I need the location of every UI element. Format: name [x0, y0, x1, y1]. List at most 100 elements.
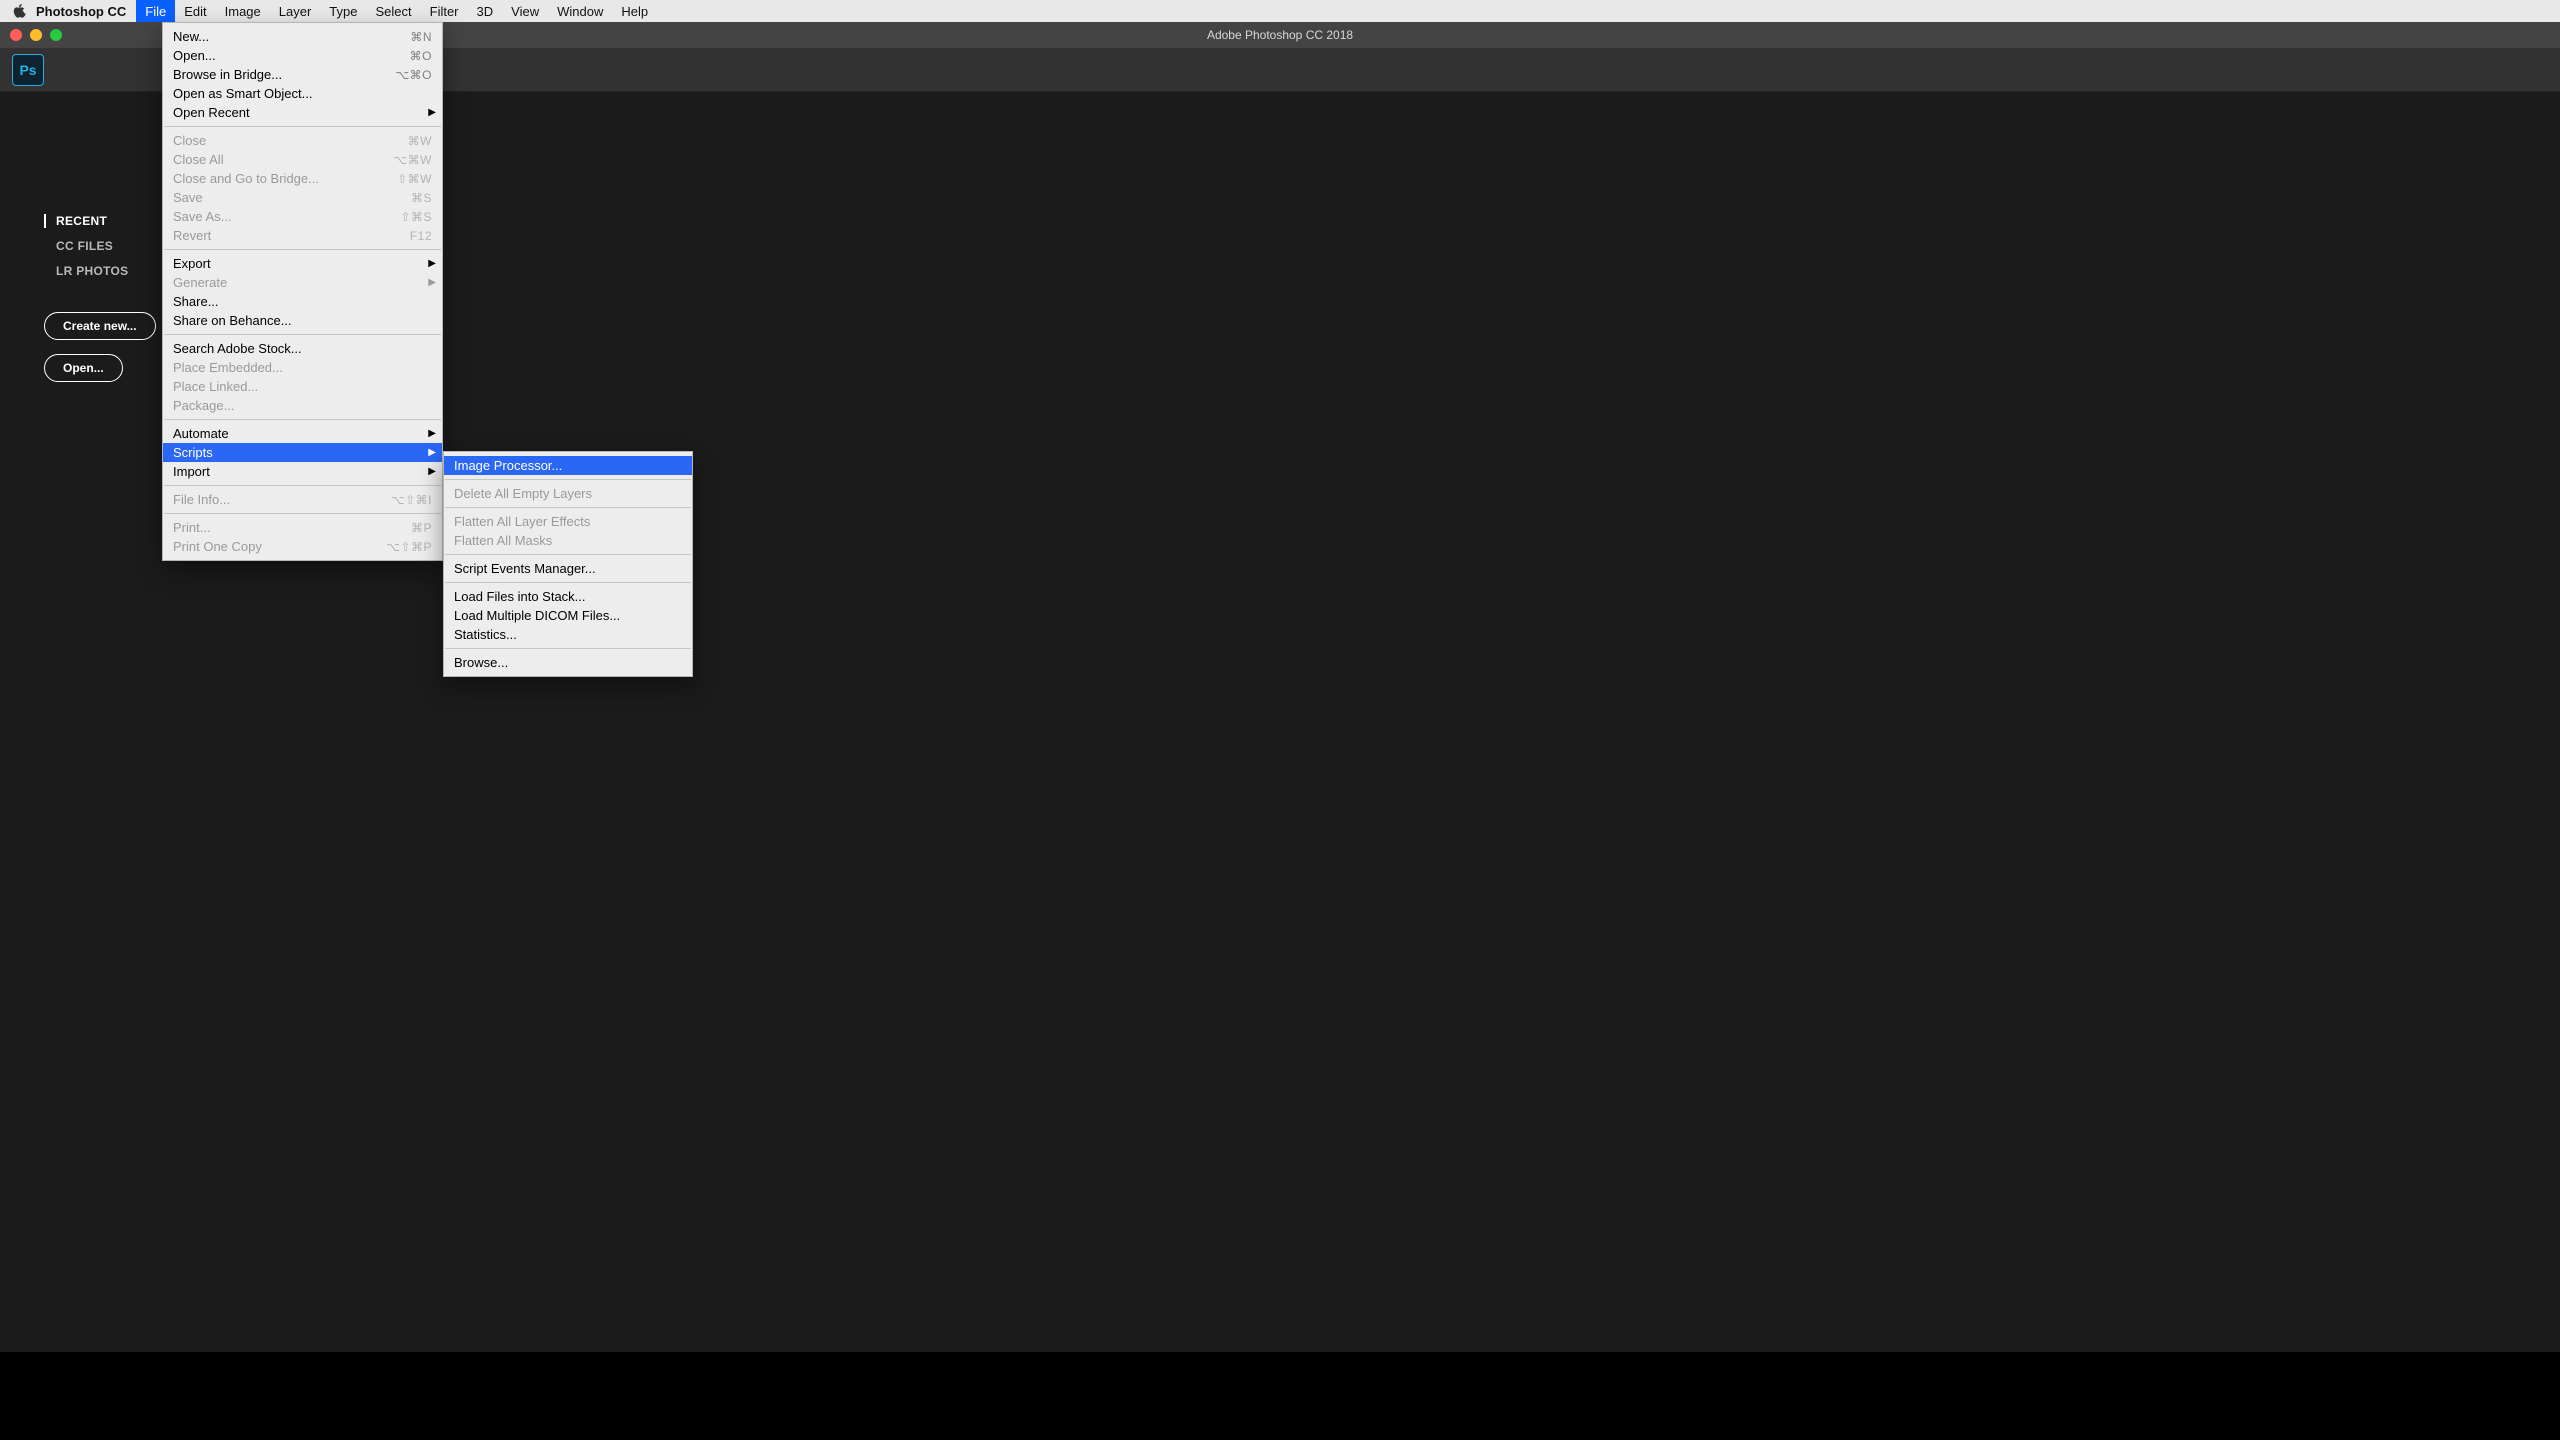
file-menu-item-import[interactable]: Import▶ — [163, 462, 442, 481]
menu-item-label: Close and Go to Bridge... — [173, 171, 397, 186]
menu-item-label: Import — [173, 464, 432, 479]
file-menu-item-open-as-smart-object[interactable]: Open as Smart Object... — [163, 84, 442, 103]
menu-item-shortcut: ⌥⌘W — [393, 153, 432, 167]
file-menu-separator — [164, 513, 441, 514]
minimize-window-icon[interactable] — [30, 29, 42, 41]
menu-item-label: Share on Behance... — [173, 313, 432, 328]
scripts-menu-item-image-processor[interactable]: Image Processor... — [444, 456, 692, 475]
menu-item-label: Flatten All Masks — [454, 533, 682, 548]
menu-select[interactable]: Select — [366, 0, 420, 22]
scripts-menu-separator — [445, 554, 691, 555]
submenu-arrow-icon: ▶ — [428, 447, 436, 458]
menu-view[interactable]: View — [502, 0, 548, 22]
scripts-menu-item-flatten-all-layer-effects: Flatten All Layer Effects — [444, 512, 692, 531]
file-menu-separator — [164, 126, 441, 127]
menu-item-label: Open Recent — [173, 105, 432, 120]
scripts-menu-item-script-events-manager[interactable]: Script Events Manager... — [444, 559, 692, 578]
scripts-menu-separator — [445, 582, 691, 583]
submenu-arrow-icon: ▶ — [428, 428, 436, 439]
file-menu-item-close-all: Close All⌥⌘W — [163, 150, 442, 169]
file-menu-item-search-adobe-stock[interactable]: Search Adobe Stock... — [163, 339, 442, 358]
menu-edit[interactable]: Edit — [175, 0, 215, 22]
zoom-window-icon[interactable] — [50, 29, 62, 41]
file-menu-separator — [164, 485, 441, 486]
menu-item-shortcut: ⌘P — [411, 521, 432, 535]
menu-item-label: Close All — [173, 152, 393, 167]
file-menu-item-place-linked: Place Linked... — [163, 377, 442, 396]
file-menu-item-scripts[interactable]: Scripts▶ — [163, 443, 442, 462]
file-menu-item-close-and-go-to-bridge: Close and Go to Bridge...⇧⌘W — [163, 169, 442, 188]
window-title: Adobe Photoshop CC 2018 — [1207, 28, 1353, 42]
file-menu-item-file-info: File Info...⌥⇧⌘I — [163, 490, 442, 509]
menu-type[interactable]: Type — [320, 0, 366, 22]
menu-item-shortcut: ⌥⇧⌘I — [391, 493, 432, 507]
menu-item-label: Flatten All Layer Effects — [454, 514, 682, 529]
scripts-menu-item-load-multiple-dicom-files[interactable]: Load Multiple DICOM Files... — [444, 606, 692, 625]
menu-item-shortcut: F12 — [410, 229, 432, 243]
scripts-menu-separator — [445, 648, 691, 649]
file-menu-item-automate[interactable]: Automate▶ — [163, 424, 442, 443]
menu-item-label: Place Embedded... — [173, 360, 432, 375]
menu-item-shortcut: ⌥⌘O — [395, 68, 432, 82]
file-menu-item-package: Package... — [163, 396, 442, 415]
scripts-submenu[interactable]: Image Processor... Delete All Empty Layer… — [443, 451, 693, 677]
menu-item-label: Load Files into Stack... — [454, 589, 682, 604]
menu-item-shortcut: ⌥⇧⌘P — [386, 540, 432, 554]
menu-file[interactable]: File — [136, 0, 175, 22]
menu-item-label: Image Processor... — [454, 458, 682, 473]
menu-window[interactable]: Window — [548, 0, 612, 22]
menu-layer[interactable]: Layer — [270, 0, 321, 22]
file-menu-item-open-recent[interactable]: Open Recent▶ — [163, 103, 442, 122]
scripts-menu-item-browse[interactable]: Browse... — [444, 653, 692, 672]
file-menu-item-place-embedded: Place Embedded... — [163, 358, 442, 377]
menu-image[interactable]: Image — [216, 0, 270, 22]
file-menu-separator — [164, 334, 441, 335]
file-menu-item-close: Close⌘W — [163, 131, 442, 150]
menu-item-label: Revert — [173, 228, 410, 243]
menu-item-label: Load Multiple DICOM Files... — [454, 608, 682, 623]
menu-item-label: Open... — [173, 48, 410, 63]
mac-menubar: Photoshop CC FileEditImageLayerTypeSelec… — [0, 0, 2560, 22]
menu-filter[interactable]: Filter — [421, 0, 468, 22]
menu-item-label: Delete All Empty Layers — [454, 486, 682, 501]
file-menu-item-export[interactable]: Export▶ — [163, 254, 442, 273]
menu-help[interactable]: Help — [612, 0, 657, 22]
file-menu-item-open[interactable]: Open...⌘O — [163, 46, 442, 65]
file-menu-item-new[interactable]: New...⌘N — [163, 27, 442, 46]
menu-item-shortcut: ⌘W — [408, 134, 432, 148]
menu-item-shortcut: ⌘S — [411, 191, 432, 205]
menu-item-label: Open as Smart Object... — [173, 86, 432, 101]
menu-item-label: Browse in Bridge... — [173, 67, 395, 82]
menu-item-label: Browse... — [454, 655, 682, 670]
menu-item-label: Print... — [173, 520, 411, 535]
menu-item-label: Save As... — [173, 209, 400, 224]
file-menu[interactable]: New...⌘NOpen...⌘OBrowse in Bridge...⌥⌘OO… — [162, 22, 443, 561]
close-window-icon[interactable] — [10, 29, 22, 41]
file-menu-item-share[interactable]: Share... — [163, 292, 442, 311]
menu-item-label: Script Events Manager... — [454, 561, 682, 576]
file-menu-item-browse-in-bridge[interactable]: Browse in Bridge...⌥⌘O — [163, 65, 442, 84]
menu-item-label: Share... — [173, 294, 432, 309]
file-menu-item-save-as: Save As...⇧⌘S — [163, 207, 442, 226]
menu-item-label: Statistics... — [454, 627, 682, 642]
menu-item-label: Close — [173, 133, 408, 148]
ps-home-icon[interactable]: Ps — [12, 54, 44, 86]
menu-item-shortcut: ⇧⌘W — [397, 172, 432, 186]
file-menu-item-save: Save⌘S — [163, 188, 442, 207]
app-name: Photoshop CC — [36, 4, 126, 19]
create-new-button[interactable]: Create new... — [44, 312, 156, 340]
scripts-menu-item-statistics[interactable]: Statistics... — [444, 625, 692, 644]
file-menu-separator — [164, 419, 441, 420]
apple-logo-icon — [12, 4, 26, 18]
scripts-menu-item-delete-all-empty-layers: Delete All Empty Layers — [444, 484, 692, 503]
dock-area — [0, 1352, 2560, 1440]
scripts-menu-item-load-files-into-stack[interactable]: Load Files into Stack... — [444, 587, 692, 606]
menu-item-shortcut: ⌘N — [410, 30, 432, 44]
submenu-arrow-icon: ▶ — [428, 258, 436, 269]
file-menu-item-print: Print...⌘P — [163, 518, 442, 537]
file-menu-item-share-on-behance[interactable]: Share on Behance... — [163, 311, 442, 330]
window-traffic-lights[interactable] — [10, 29, 62, 41]
menu-3d[interactable]: 3D — [468, 0, 503, 22]
open-button[interactable]: Open... — [44, 354, 123, 382]
menu-item-label: Generate — [173, 275, 432, 290]
